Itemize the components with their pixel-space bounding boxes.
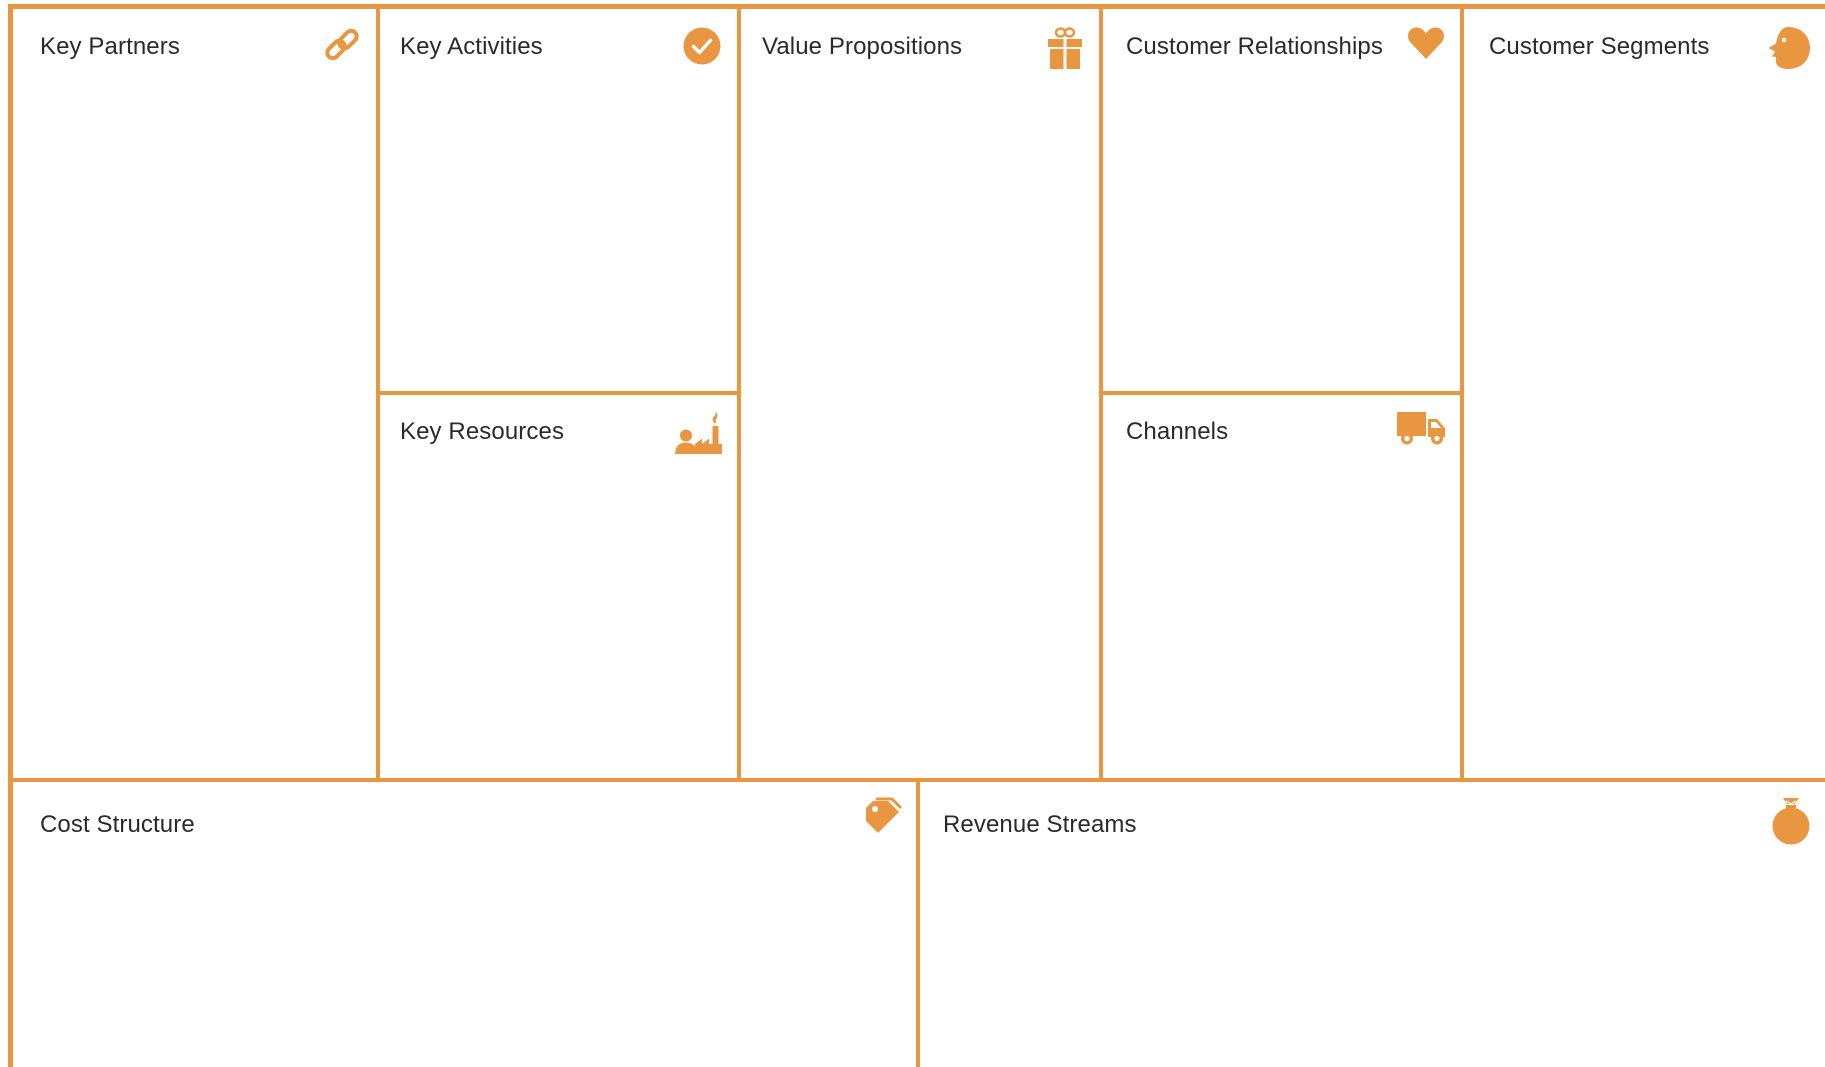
gift-icon — [1047, 27, 1083, 69]
left-border — [8, 4, 13, 1067]
value-propositions-title: Value Propositions — [762, 33, 963, 60]
key-resources-title: Key Resources — [400, 418, 565, 445]
block-key-partners: Key Partners — [40, 33, 360, 73]
customer-relationships-title: Customer Relationships — [1126, 33, 1383, 60]
checkmark-circle-icon — [683, 27, 721, 65]
money-bag-icon — [1770, 797, 1812, 845]
top-border — [8, 4, 1825, 9]
block-key-activities: Key Activities — [400, 33, 700, 73]
key-partners-title: Key Partners — [40, 33, 180, 60]
cost-structure-title: Cost Structure — [40, 811, 195, 838]
divider-cost-revenue — [916, 778, 920, 1067]
link-icon — [323, 27, 361, 63]
revenue-streams-title: Revenue Streams — [943, 811, 1137, 838]
block-value-propositions: Value Propositions — [762, 33, 1062, 73]
channels-title: Channels — [1126, 418, 1229, 445]
delivery-truck-icon — [1396, 410, 1446, 446]
worker-factory-icon — [674, 410, 722, 456]
key-activities-title: Key Activities — [400, 33, 543, 60]
business-model-canvas: Key Partners Key Activities Key Resource… — [0, 0, 1825, 1067]
customer-segments-title: Customer Segments — [1489, 33, 1710, 60]
divider-relationships-channels — [1099, 391, 1464, 395]
price-tag-icon — [862, 797, 902, 841]
block-cost-structure: Cost Structure — [40, 811, 360, 851]
block-customer-segments: Customer Segments — [1489, 33, 1789, 73]
block-customer-relationships: Customer Relationships — [1126, 33, 1426, 73]
block-revenue-streams: Revenue Streams — [943, 811, 1263, 851]
block-key-resources: Key Resources — [400, 418, 700, 458]
divider-activities-resources — [376, 391, 741, 395]
face-profile-icon — [1764, 25, 1812, 71]
heart-icon — [1407, 25, 1445, 61]
block-channels: Channels — [1126, 418, 1426, 458]
